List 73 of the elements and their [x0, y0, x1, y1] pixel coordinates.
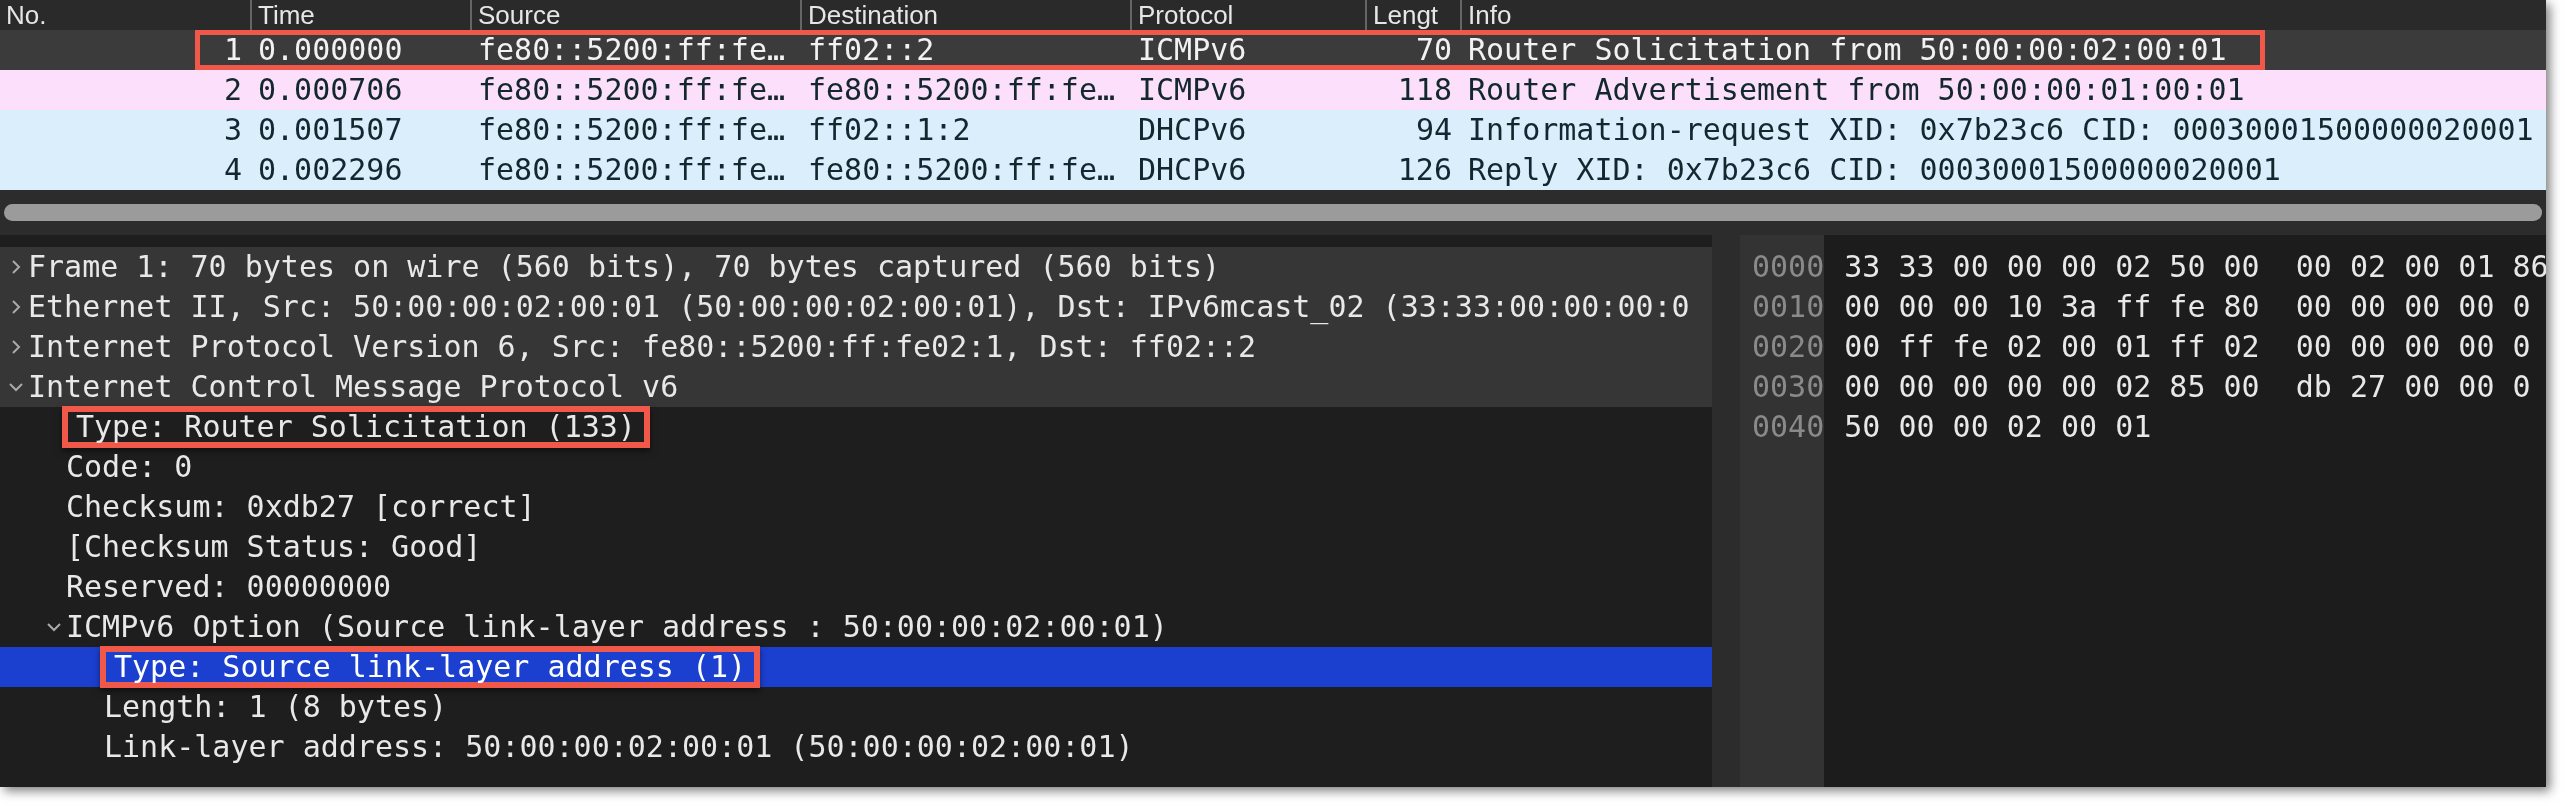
tree-row[interactable]: Frame 1: 70 bytes on wire (560 bits), 70 bytes captured (560 bits)	[0, 247, 1712, 287]
tree-row[interactable]: [Checksum Status: Good]	[0, 527, 1712, 567]
table-cell-text: 0.000706	[257, 71, 404, 109]
hex-bytes-text: 00 ff fe 02 00 01 ff 02 00 00 00 00 0	[1844, 328, 2532, 366]
tree-row[interactable]: Type: Router Solicitation (133)	[0, 407, 1712, 447]
column-header[interactable]: Lengt	[1365, 0, 1460, 30]
table-cell-text: fe80::5200:ff:fe…	[807, 151, 1117, 189]
packet-row[interactable]: 4 0.002296 fe80::5200:ff:fe… fe80::5200:ff:fe… DHCPv6 126 Reply XID: 0x7b23c6 CID: 00030001500000020001	[0, 150, 2546, 190]
tree-row[interactable]: Reserved: 00000000	[0, 567, 1712, 607]
hex-bytes-text: 50 00 00 02 00 01	[1844, 408, 2153, 446]
hex-bytes-text: 33 33 00 00 00 02 50 00 00 02 00 01 86	[1844, 248, 2546, 286]
table-cell-text: ff02::2	[807, 31, 936, 69]
table-cell-text: fe80::5200:ff:fe…	[477, 151, 787, 189]
table-cell-text: DHCPv6	[1137, 151, 1248, 189]
table-cell-text: Router Solicitation from 50:00:00:02:00:01	[1467, 31, 2228, 69]
table-cell-text: ICMPv6	[1137, 31, 1248, 69]
table-cell-text: 0.002296	[257, 151, 404, 189]
highlighted-field-text: Type: Router Solicitation (133)	[62, 406, 650, 448]
packet-row[interactable]: 3 0.001507 fe80::5200:ff:fe… ff02::1:2 DHCPv6 94 Information-request XID: 0x7b23c6 CID: 00030001500000020001	[0, 110, 2546, 150]
table-cell-text: DHCPv6	[1137, 111, 1248, 149]
field-text: Internet Protocol Version 6, Src: fe80::5200:ff:fe02:1, Dst: ff02::2	[27, 328, 1258, 366]
offset-text: 0040	[1751, 408, 1825, 446]
field-text: Checksum: 0xdb27 [correct]	[65, 488, 537, 526]
table-cell-text: 94	[1414, 111, 1453, 149]
tree-row[interactable]: Code: 0	[0, 447, 1712, 487]
table-cell-text: 3	[222, 111, 243, 149]
tree-row[interactable]: Internet Protocol Version 6, Src: fe80::5200:ff:fe02:1, Dst: ff02::2	[0, 327, 1712, 367]
tree-row[interactable]: Length: 1 (8 bytes)	[0, 687, 1712, 727]
column-header[interactable]: Source	[470, 0, 800, 30]
table-cell-text: 1	[222, 31, 243, 69]
highlighted-field-text: Type: Source link-layer address (1)	[100, 646, 761, 688]
table-cell-text: Reply XID: 0x7b23c6 CID: 00030001500000020001	[1467, 151, 2282, 189]
tree-row[interactable]: Link-layer address: 50:00:00:02:00:01 (50:00:00:02:00:01)	[0, 727, 1712, 767]
field-text: Reserved: 00000000	[65, 568, 393, 606]
table-cell-text: Router Advertisement from 50:00:00:01:00:01	[1467, 71, 2246, 109]
tree-row[interactable]: Internet Control Message Protocol v6	[0, 367, 1712, 407]
column-header[interactable]: No.	[0, 0, 250, 30]
tree-row[interactable]: Type: Source link-layer address (1)	[0, 647, 1712, 687]
table-cell-text: 0.001507	[257, 111, 404, 149]
table-cell-text: fe80::5200:ff:fe…	[477, 71, 787, 109]
field-text: Code: 0	[65, 448, 194, 486]
table-cell-text: ff02::1:2	[807, 111, 972, 149]
tree-row[interactable]: ICMPv6 Option (Source link-layer address : 50:00:00:02:00:01)	[0, 607, 1712, 647]
tree-row[interactable]: Checksum: 0xdb27 [correct]	[0, 487, 1712, 527]
hex-bytes-text: 00 00 00 10 3a ff fe 80 00 00 00 00 0	[1844, 288, 2532, 326]
offset-text: 0030	[1751, 368, 1825, 406]
table-cell-text: 118	[1396, 71, 1453, 109]
table-cell-text: 4	[222, 151, 243, 189]
table-cell-text: fe80::5200:ff:fe…	[807, 71, 1117, 109]
offset-text: 0000	[1751, 248, 1825, 286]
table-cell-text: 2	[222, 71, 243, 109]
packet-row[interactable]: 2 0.000706 fe80::5200:ff:fe… fe80::5200:ff:fe… ICMPv6 118 Router Advertisement from 50:00:00:01:00:01	[0, 70, 2546, 110]
field-text: Frame 1: 70 bytes on wire (560 bits), 70 bytes captured (560 bits)	[27, 248, 1222, 286]
table-cell-text: 126	[1396, 151, 1453, 189]
table-cell-text: fe80::5200:ff:fe…	[477, 111, 787, 149]
offset-text: 0010	[1751, 288, 1825, 326]
table-cell-text: ICMPv6	[1137, 71, 1248, 109]
column-header[interactable]: Time	[250, 0, 470, 30]
offset-text: 0020	[1751, 328, 1825, 366]
column-header[interactable]: Protocol	[1130, 0, 1365, 30]
field-text: Internet Control Message Protocol v6	[27, 368, 680, 406]
table-cell-text: 70	[1414, 31, 1453, 69]
field-text: Link-layer address: 50:00:00:02:00:01 (50:00:00:02:00:01)	[103, 728, 1135, 766]
hex-bytes-text: 00 00 00 00 00 02 85 00 db 27 00 00 0	[1844, 368, 2532, 406]
field-text: [Checksum Status: Good]	[65, 528, 483, 566]
table-cell-text: fe80::5200:ff:fe…	[477, 31, 787, 69]
table-cell-text: Information-request XID: 0x7b23c6 CID: 00030001500000020001	[1467, 111, 2535, 149]
field-text: ICMPv6 Option (Source link-layer address : 50:00:00:02:00:01)	[65, 608, 1169, 646]
scrollbar[interactable]	[4, 204, 2542, 221]
table-cell-text: 0.000000	[257, 31, 404, 69]
field-text: Length: 1 (8 bytes)	[103, 688, 449, 726]
packet-row[interactable]: 1 0.000000 fe80::5200:ff:fe… ff02::2 ICMPv6 70 Router Solicitation from 50:00:00:02:00:01	[0, 30, 2546, 70]
column-header[interactable]: Destination	[800, 0, 1130, 30]
